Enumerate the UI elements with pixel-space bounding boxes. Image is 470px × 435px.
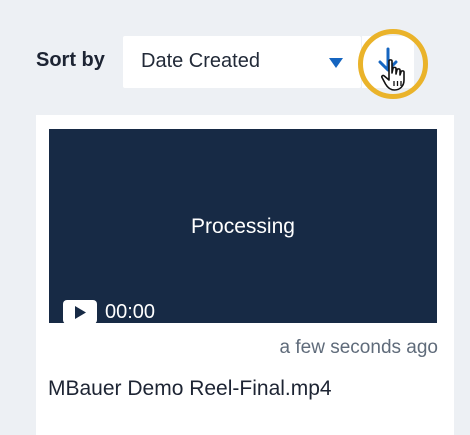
play-icon (63, 300, 97, 324)
sort-select-value: Date Created (141, 50, 260, 72)
video-duration: 00:00 (105, 300, 156, 323)
processing-status: Processing (191, 215, 295, 238)
video-thumbnail[interactable]: Processing 00:00 (49, 129, 437, 325)
sort-select[interactable]: Date Created (123, 36, 361, 88)
video-card[interactable]: Processing 00:00 a few seconds ago MBaue… (36, 115, 454, 435)
sort-direction-button[interactable] (362, 36, 414, 88)
upload-timestamp: a few seconds ago (279, 337, 438, 358)
arrow-down-icon (378, 47, 398, 72)
duration-indicator: 00:00 (63, 299, 155, 325)
video-file-name[interactable]: MBauer Demo Reel-Final.mp4 (48, 377, 332, 401)
caret-down-icon (329, 58, 343, 68)
sort-by-label: Sort by (36, 49, 105, 71)
